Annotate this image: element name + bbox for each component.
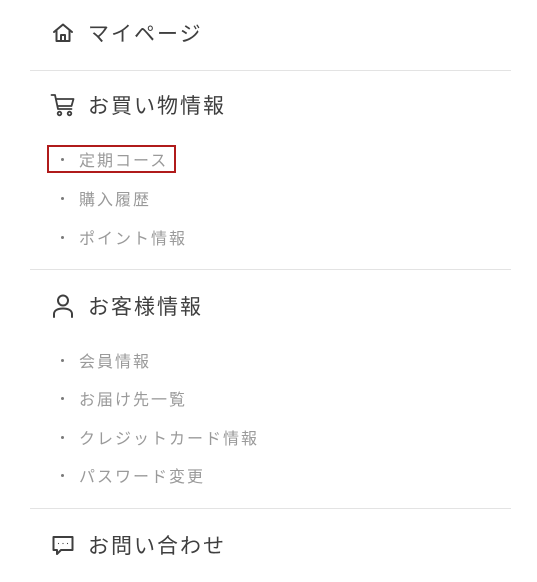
sub-item-label: ポイント情報	[79, 229, 188, 248]
menu-item-contact-label: お問い合わせ	[88, 534, 226, 558]
sub-item-label: クレジットカード情報	[79, 429, 260, 448]
bullet-dot	[61, 435, 64, 439]
divider	[30, 269, 511, 270]
account-menu: マイページ お買い物情報 定期コース 購入履歴 ポイント情報 お客様情報 会員情…	[0, 0, 537, 582]
menu-item-mypage-label: マイページ	[88, 22, 203, 46]
sub-item-member-info[interactable]: 会員情報	[58, 348, 151, 372]
section-customer-label: お客様情報	[88, 295, 203, 319]
divider	[30, 508, 511, 509]
sub-item-label: お届け先一覧	[79, 390, 188, 409]
sub-item-label: 会員情報	[79, 352, 152, 371]
bullet-dot	[61, 473, 64, 477]
sub-item-label: パスワード変更	[79, 467, 206, 486]
sub-item-point-info[interactable]: ポイント情報	[58, 225, 187, 249]
bullet-dot	[61, 358, 64, 362]
chat-icon	[50, 532, 76, 558]
selection-highlight	[47, 145, 176, 173]
bullet-dot	[61, 235, 64, 239]
cart-icon	[50, 92, 76, 118]
home-icon	[50, 20, 76, 46]
sub-item-credit-card[interactable]: クレジットカード情報	[58, 425, 259, 449]
section-customer-heading[interactable]: お客様情報	[50, 291, 203, 321]
bullet-dot	[61, 196, 64, 200]
sub-item-change-password[interactable]: パスワード変更	[58, 463, 205, 487]
sub-item-purchase-history[interactable]: 購入履歴	[58, 186, 151, 210]
divider	[30, 70, 511, 71]
sub-item-label: 購入履歴	[79, 190, 152, 209]
menu-item-contact[interactable]: お問い合わせ	[50, 530, 226, 560]
menu-item-mypage[interactable]: マイページ	[50, 18, 203, 48]
bullet-dot	[61, 396, 64, 400]
user-icon	[50, 293, 76, 319]
section-shopping-heading[interactable]: お買い物情報	[50, 90, 226, 120]
sub-item-delivery-addresses[interactable]: お届け先一覧	[58, 386, 187, 410]
section-shopping-label: お買い物情報	[88, 94, 226, 118]
